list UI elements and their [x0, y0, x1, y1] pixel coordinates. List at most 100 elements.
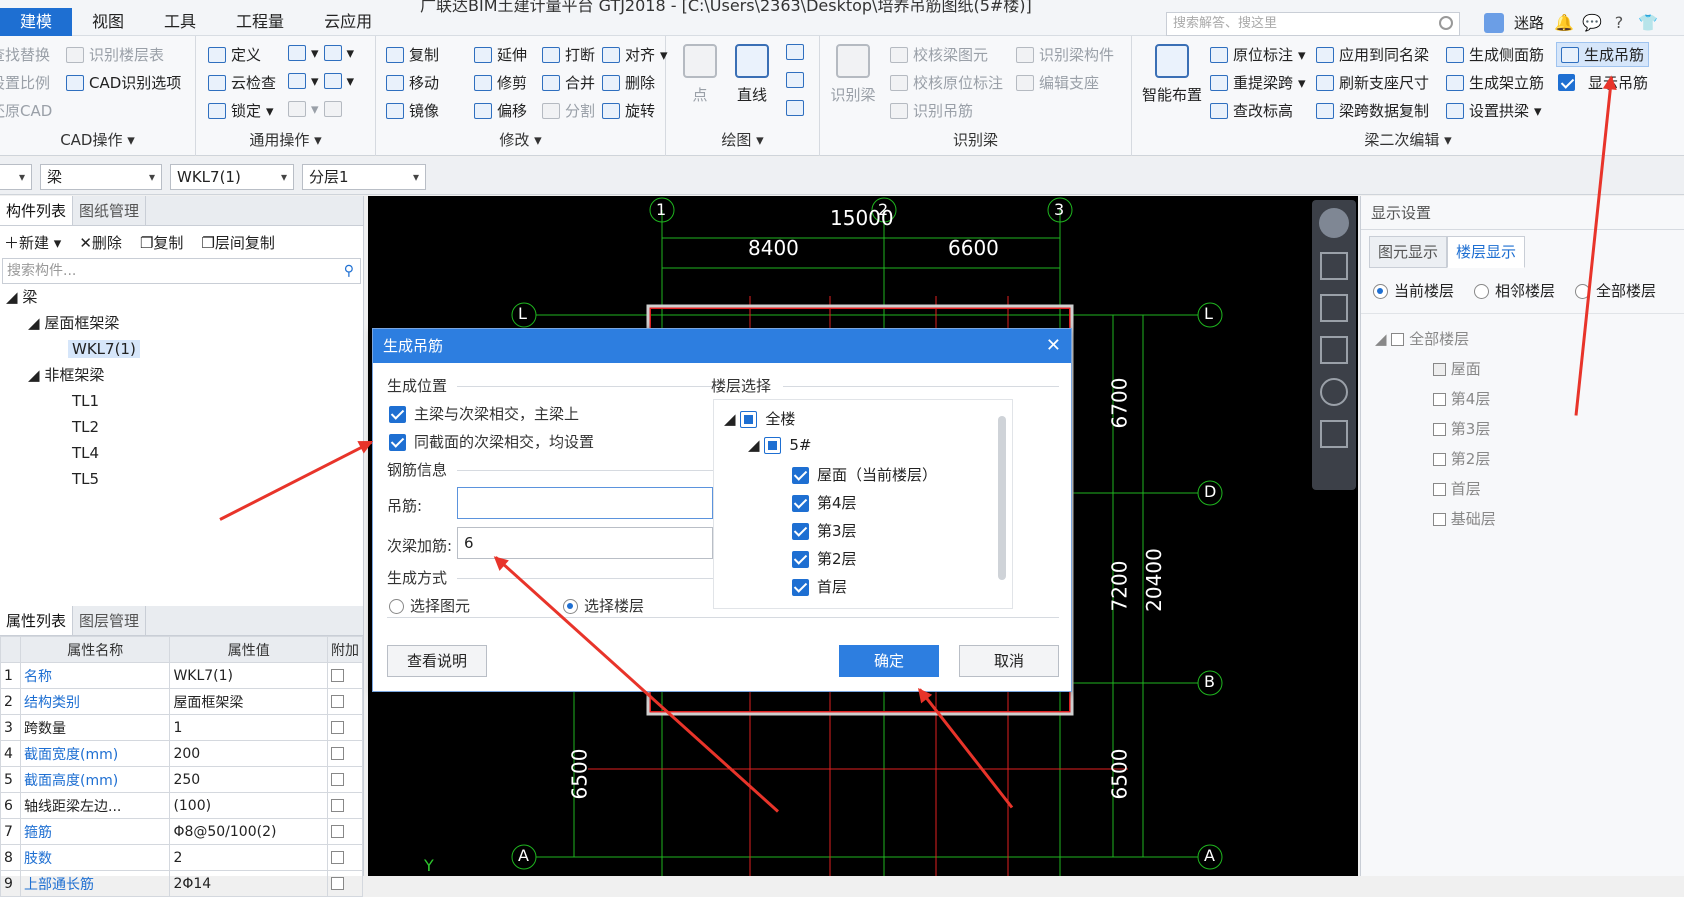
attach-checkbox[interactable]	[331, 825, 344, 838]
radio-current-floor[interactable]: 当前楼层	[1373, 280, 1454, 301]
help-search-input[interactable]: 搜索解答、搜这里	[1166, 12, 1460, 36]
check-annotation-button[interactable]: 校核原位标注	[890, 72, 1003, 93]
apply-same-name-button[interactable]: 应用到同名梁	[1316, 44, 1429, 65]
refresh-support-button[interactable]: 刷新支座尺寸	[1316, 72, 1429, 93]
edit-support-button[interactable]: 编辑支座	[1016, 72, 1099, 93]
tab-view[interactable]: 视图	[72, 8, 144, 36]
draw-group-label[interactable]: 绘图 ▾	[666, 129, 819, 150]
ok-button[interactable]: 确定	[839, 645, 939, 677]
tree-node-beam[interactable]: ◢ 梁	[0, 284, 363, 310]
floor-tree-roof[interactable]: 屋面（当前楼层）	[792, 464, 937, 485]
table-row[interactable]: 3 跨数量 1	[0, 714, 363, 741]
help-icon[interactable]: ?	[1610, 13, 1628, 32]
floor-row-foundation[interactable]: 基础层	[1375, 504, 1670, 534]
method-select-element-radio[interactable]: 选择图元	[389, 595, 470, 616]
3d-view-icon[interactable]	[1320, 252, 1348, 280]
floor-row-2[interactable]: 第2层	[1375, 444, 1670, 474]
attach-checkbox[interactable]	[331, 773, 344, 786]
trim-button[interactable]: 修剪	[474, 72, 527, 93]
gen-hanger-button[interactable]: 生成吊筋	[1556, 42, 1650, 67]
general-tool-2[interactable]: ▾ ▾	[288, 72, 354, 90]
line-button[interactable]: 直线	[732, 44, 772, 105]
copy-component-button[interactable]: ❐复制	[140, 232, 183, 253]
re-extract-span-button[interactable]: 重提梁跨 ▾	[1210, 72, 1306, 93]
tree-item-wkl7[interactable]: WKL7(1)	[0, 336, 363, 362]
set-arch-beam-button[interactable]: 设置拱梁 ▾	[1446, 100, 1542, 121]
floor-copy-button[interactable]: ❐层间复制	[201, 232, 274, 253]
floor-row-4[interactable]: 第4层	[1375, 384, 1670, 414]
component-combo[interactable]: WKL7(1)	[170, 164, 294, 190]
opt-main-secondary-checkbox[interactable]: 主梁与次梁相交，主梁上	[389, 403, 579, 424]
table-row[interactable]: 2 结构类别 屋面框架梁	[0, 688, 363, 715]
identify-hanger-button[interactable]: 识别吊筋	[890, 100, 973, 121]
tab-floor-display[interactable]: 楼层显示	[1447, 236, 1526, 268]
orbit-icon[interactable]	[1319, 208, 1349, 238]
attach-checkbox[interactable]	[331, 851, 344, 864]
gen-erection-rebar-button[interactable]: 生成架立筋	[1446, 72, 1544, 93]
floor-tree-3[interactable]: 第3层	[792, 520, 857, 541]
cancel-button[interactable]: 取消	[959, 645, 1059, 677]
general-tool-1[interactable]: ▾ ▾	[288, 44, 354, 62]
cad-group-label[interactable]: CAD操作 ▾	[0, 129, 195, 150]
component-search-input[interactable]: 搜索构件... ⚲	[2, 258, 361, 284]
tree-node-non-frame-beam[interactable]: ◢ 非框架梁	[0, 362, 363, 388]
box-icon[interactable]	[1320, 336, 1348, 364]
merge-button[interactable]: 合并	[542, 72, 595, 93]
rect-button[interactable]	[786, 100, 804, 116]
general-tool-3[interactable]: ▾	[288, 100, 342, 118]
gen-side-rebar-button[interactable]: 生成侧面筋	[1446, 44, 1544, 65]
extend-button[interactable]: 延伸	[474, 44, 527, 65]
table-row[interactable]: 6 轴线距梁左边... (100)	[0, 792, 363, 819]
identify-beam-component-button[interactable]: 识别梁构件	[1016, 44, 1114, 65]
modify-group-label[interactable]: 修改 ▾	[376, 129, 665, 150]
tab-drawing-manage[interactable]: 图纸管理	[73, 196, 147, 225]
floor-tree-2[interactable]: 第2层	[792, 548, 857, 569]
avatar[interactable]	[1484, 12, 1504, 33]
offset-button[interactable]: 偏移	[474, 100, 527, 121]
rotate-button[interactable]: 旋转	[602, 100, 655, 121]
hanger-input[interactable]	[457, 487, 713, 519]
table-view-icon[interactable]	[1320, 420, 1348, 448]
cloud-check-button[interactable]: 云检查	[208, 72, 276, 93]
find-replace-button[interactable]: 查找替换	[0, 44, 50, 65]
tree-node-roof-frame-beam[interactable]: ◢ 屋面框架梁	[0, 310, 363, 336]
table-row[interactable]: 8 肢数 2	[0, 844, 363, 871]
attach-checkbox[interactable]	[331, 799, 344, 812]
tab-component-list[interactable]: 构件列表	[0, 196, 74, 225]
floor-tree-5[interactable]: ◢ 5#	[748, 436, 811, 454]
floor-row-1[interactable]: 首层	[1375, 474, 1670, 504]
tab-property-list[interactable]: 属性列表	[0, 606, 74, 635]
rotate-view-icon[interactable]	[1320, 378, 1348, 406]
general-group-label[interactable]: 通用操作 ▾	[196, 129, 375, 150]
floor-tree-all[interactable]: ◢ 全楼	[724, 408, 795, 429]
table-row[interactable]: 1 名称 WKL7(1)	[0, 662, 363, 689]
new-button[interactable]: ＋新建 ▾	[4, 232, 61, 253]
table-row[interactable]: 4 截面宽度(mm) 200	[0, 740, 363, 767]
search-icon[interactable]: ⚲	[344, 259, 354, 283]
mirror-button[interactable]: 镜像	[386, 100, 439, 121]
copy-button[interactable]: 复制	[386, 44, 439, 65]
tab-modeling[interactable]: 建模	[0, 8, 73, 36]
cube-icon[interactable]	[1320, 294, 1348, 322]
lock-button[interactable]: 锁定 ▾	[208, 100, 274, 121]
tree-item-tl5[interactable]: TL5	[0, 466, 363, 492]
user-name[interactable]: 迷路	[1514, 12, 1544, 33]
floor-list-scrollbar[interactable]	[998, 416, 1006, 580]
radio-adjacent-floor[interactable]: 相邻楼层	[1474, 280, 1555, 301]
identify-beam-button[interactable]: 识别梁	[826, 44, 880, 105]
tree-item-tl2[interactable]: TL2	[0, 414, 363, 440]
shirt-icon[interactable]: 👕	[1638, 13, 1658, 32]
floor-tree-1[interactable]: 首层	[792, 576, 847, 597]
tab-element-display[interactable]: 图元显示	[1369, 236, 1448, 268]
floor-all-row[interactable]: ◢ 全部楼层	[1375, 324, 1670, 354]
search-icon[interactable]	[1439, 16, 1453, 30]
floor-tree-4[interactable]: 第4层	[792, 492, 857, 513]
check-beam-button[interactable]: 校核梁图元	[890, 44, 988, 65]
cad-options-button[interactable]: CAD识别选项	[66, 72, 181, 93]
inplace-annotation-button[interactable]: 原位标注 ▾	[1210, 44, 1306, 65]
break-button[interactable]: 打断	[542, 44, 595, 65]
smart-layout-button[interactable]: 智能布置	[1138, 44, 1206, 105]
restore-cad-button[interactable]: 还原CAD	[0, 100, 52, 121]
table-row[interactable]: 7 箍筋 Φ8@50/100(2)	[0, 818, 363, 845]
bell-icon[interactable]: 🔔	[1554, 13, 1574, 32]
